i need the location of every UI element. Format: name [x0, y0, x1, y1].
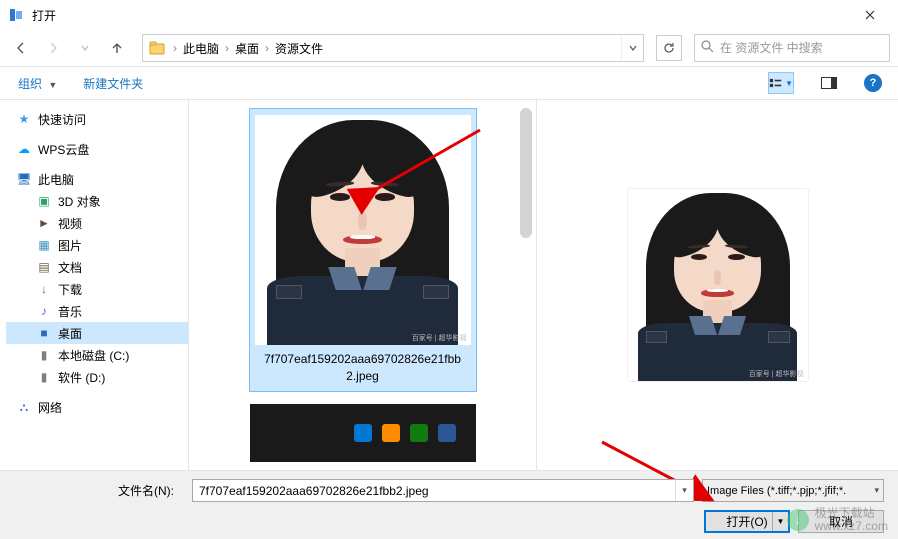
sidebar-item-icon: ★: [16, 111, 32, 127]
bottom-bar: 文件名(N): ▾ Image Files (*.tiff;*.pjp;*.jf…: [0, 470, 898, 539]
file-list[interactable]: 百家号 | 超华影视 7f707eaf159202aaa69702826e21f…: [189, 100, 536, 470]
refresh-button[interactable]: [656, 35, 682, 61]
breadcrumb-item[interactable]: 桌面: [231, 35, 263, 61]
search-input[interactable]: [720, 41, 883, 55]
sidebar-item-icon: 🖥: [16, 171, 32, 187]
sidebar-item[interactable]: ▮ 本地磁盘 (C:): [6, 344, 188, 366]
sidebar-item-label: 音乐: [58, 303, 82, 320]
up-button[interactable]: [104, 35, 130, 61]
recent-dropdown[interactable]: [72, 35, 98, 61]
chevron-down-icon: ▼: [48, 80, 57, 90]
sidebar: ★ 快速访问 ☁ WPS云盘 🖥 此电脑 ▣ 3D 对象 ► 视频 ▦ 图片 ▤ 文档 ↓ 下载 ♪ 音乐 ■ 桌面 ▮…: [0, 100, 188, 470]
sidebar-item[interactable]: ▮ 软件 (D:): [6, 366, 188, 388]
open-button[interactable]: 打开(O) ▼: [704, 510, 790, 533]
filename-combobox[interactable]: ▾: [192, 479, 694, 502]
main-area: ★ 快速访问 ☁ WPS云盘 🖥 此电脑 ▣ 3D 对象 ► 视频 ▦ 图片 ▤ 文档 ↓ 下载 ♪ 音乐 ■ 桌面 ▮…: [0, 100, 898, 470]
sidebar-item[interactable]: ► 视频: [6, 212, 188, 234]
window-title: 打开: [32, 7, 850, 24]
sidebar-item-label: 文档: [58, 259, 82, 276]
sidebar-item-label: 图片: [58, 237, 82, 254]
sidebar-item-label: 下载: [58, 281, 82, 298]
app-logo-icon: [8, 7, 24, 23]
breadcrumb-dropdown[interactable]: [621, 35, 643, 61]
chevron-right-icon: ›: [223, 41, 231, 55]
sidebar-item[interactable]: ♪ 音乐: [6, 300, 188, 322]
sidebar-item[interactable]: ■ 桌面: [6, 322, 188, 344]
folder-icon: [147, 38, 167, 58]
sidebar-item[interactable]: ↓ 下载: [6, 278, 188, 300]
chevron-down-icon: ▼: [785, 79, 793, 88]
toolbar-label: 组织: [18, 77, 42, 91]
file-name-label: 7f707eaf159202aaa69702826e21fbb2.jpeg: [256, 351, 470, 385]
scrollbar[interactable]: [520, 108, 532, 238]
sidebar-item-label: 3D 对象: [58, 193, 101, 210]
sidebar-item-label: WPS云盘: [38, 141, 89, 158]
sidebar-item-icon: ►: [36, 215, 52, 231]
sidebar-item[interactable]: ⛬ 网络: [6, 396, 188, 418]
preview-pane-button[interactable]: [816, 72, 842, 94]
navigation-bar: › 此电脑 › 桌面 › 资源文件: [0, 30, 898, 66]
breadcrumb-item[interactable]: 资源文件: [271, 35, 327, 61]
sidebar-item[interactable]: ★ 快速访问: [6, 108, 188, 130]
sidebar-item[interactable]: ▦ 图片: [6, 234, 188, 256]
view-mode-button[interactable]: ▼: [768, 72, 794, 94]
chevron-down-icon: ▾: [874, 485, 879, 496]
sidebar-item-icon: ▤: [36, 259, 52, 275]
button-label: 取消: [829, 513, 853, 530]
sidebar-item-icon: ▮: [36, 347, 52, 363]
preview-pane: 百家号 | 超华影视: [537, 100, 898, 470]
breadcrumb-item[interactable]: 此电脑: [179, 35, 223, 61]
sidebar-item-label: 软件 (D:): [58, 369, 105, 386]
cancel-button[interactable]: 取消: [798, 510, 884, 533]
file-item[interactable]: [250, 404, 476, 462]
filename-label: 文件名(N):: [14, 482, 184, 499]
sidebar-item-icon: ☁: [16, 141, 32, 157]
sidebar-item-label: 本地磁盘 (C:): [58, 347, 129, 364]
preview-image: 百家号 | 超华影视: [628, 189, 808, 381]
close-button[interactable]: [850, 1, 890, 29]
sidebar-item[interactable]: ▤ 文档: [6, 256, 188, 278]
search-icon: [701, 40, 714, 56]
help-button[interactable]: ?: [864, 74, 882, 92]
back-button[interactable]: [8, 35, 34, 61]
new-folder-button[interactable]: 新建文件夹: [81, 71, 145, 96]
sidebar-item[interactable]: ▣ 3D 对象: [6, 190, 188, 212]
button-label: 打开(O): [726, 513, 767, 530]
title-bar: 打开: [0, 0, 898, 30]
sidebar-item[interactable]: 🖥 此电脑: [6, 168, 188, 190]
file-item-selected[interactable]: 百家号 | 超华影视 7f707eaf159202aaa69702826e21f…: [249, 108, 477, 392]
filter-label: Image Files (*.tiff;*.pjp;*.jfif;*.: [707, 485, 846, 497]
forward-button[interactable]: [40, 35, 66, 61]
chevron-right-icon: ›: [171, 41, 179, 55]
filename-input[interactable]: [193, 484, 675, 498]
sidebar-item-icon: ↓: [36, 281, 52, 297]
sidebar-item-icon: ⛬: [16, 399, 32, 415]
sidebar-item-icon: ▮: [36, 369, 52, 385]
sidebar-item-label: 视频: [58, 215, 82, 232]
sidebar-item[interactable]: ☁ WPS云盘: [6, 138, 188, 160]
sidebar-item-label: 网络: [38, 399, 62, 416]
sidebar-item-icon: ♪: [36, 303, 52, 319]
search-box[interactable]: [694, 34, 890, 62]
chevron-right-icon: ›: [263, 41, 271, 55]
breadcrumb[interactable]: › 此电脑 › 桌面 › 资源文件: [142, 34, 644, 62]
sidebar-item-label: 此电脑: [38, 171, 74, 188]
toolbar: 组织 ▼ 新建文件夹 ▼ ?: [0, 66, 898, 100]
organize-menu[interactable]: 组织 ▼: [16, 71, 59, 96]
sidebar-item-label: 快速访问: [38, 111, 86, 128]
sidebar-item-icon: ▣: [36, 193, 52, 209]
chevron-down-icon[interactable]: ▾: [675, 480, 693, 501]
sidebar-item-icon: ■: [36, 325, 52, 341]
sidebar-item-icon: ▦: [36, 237, 52, 253]
file-thumbnail: 百家号 | 超华影视: [255, 115, 471, 345]
open-split-dropdown[interactable]: ▼: [772, 512, 788, 531]
sidebar-item-label: 桌面: [58, 325, 82, 342]
file-type-filter[interactable]: Image Files (*.tiff;*.pjp;*.jfif;*. ▾: [702, 479, 884, 502]
